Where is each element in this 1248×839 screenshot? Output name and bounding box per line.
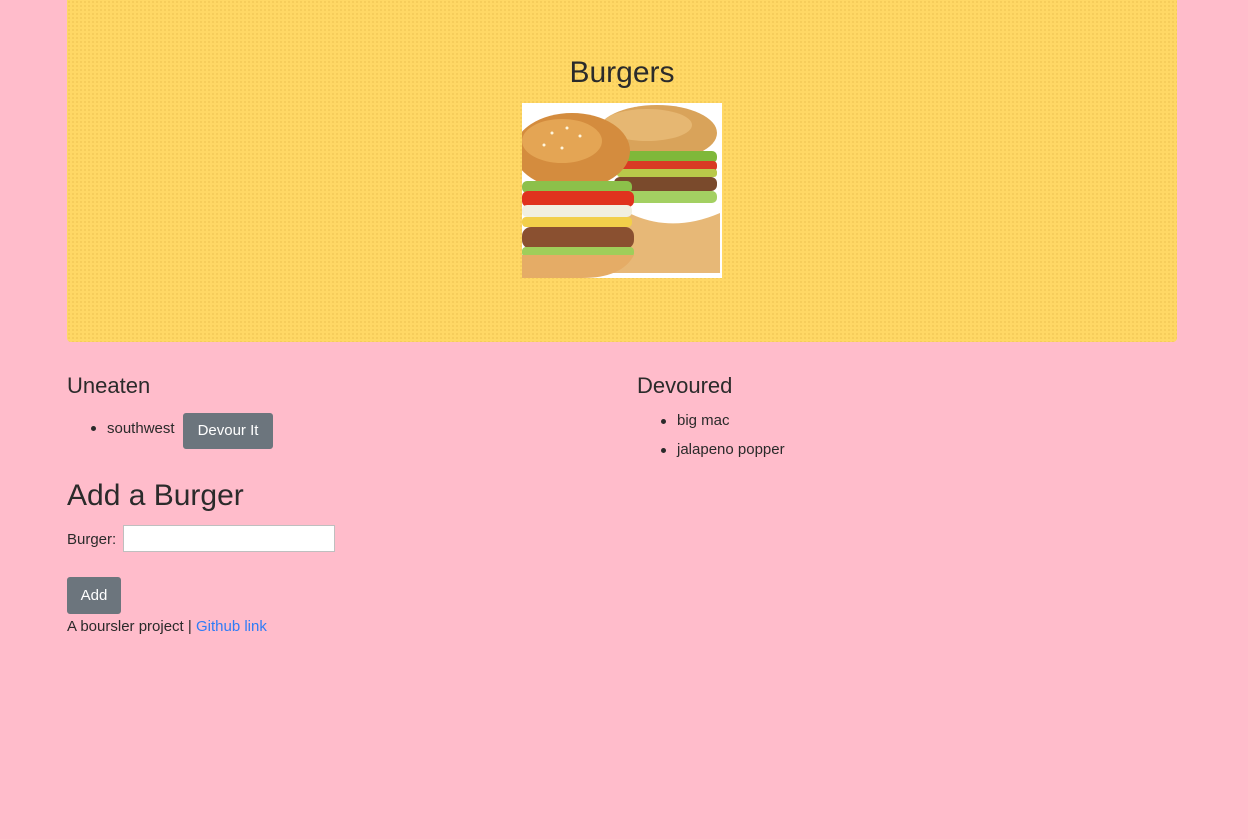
burger-image (522, 103, 722, 278)
list-item: southwest Devour It (67, 413, 367, 449)
footer: A boursler project | Github link (67, 618, 267, 636)
bullet-icon (661, 419, 666, 424)
devoured-title: Devoured (637, 373, 733, 398)
bullet-icon (661, 448, 666, 453)
bullet-icon (91, 426, 96, 431)
footer-text: A boursler project | (67, 618, 192, 635)
devoured-item: big mac (677, 412, 730, 429)
page-container: Burgers Uneaten southwest Devour It Add … (67, 0, 1177, 635)
page-title: Burgers (569, 56, 675, 89)
add-button[interactable]: Add (67, 577, 121, 614)
burger-input[interactable] (123, 525, 335, 552)
header-banner: Burgers (67, 0, 1177, 342)
devour-button[interactable]: Devour It (183, 413, 273, 449)
uneaten-title: Uneaten (67, 373, 151, 398)
add-burger-title: Add a Burger (67, 479, 244, 512)
burger-field-label: Burger: (67, 531, 117, 548)
devoured-item: jalapeno popper (677, 441, 785, 458)
github-link[interactable]: Github link (196, 618, 267, 635)
burger-name: southwest (107, 420, 175, 437)
